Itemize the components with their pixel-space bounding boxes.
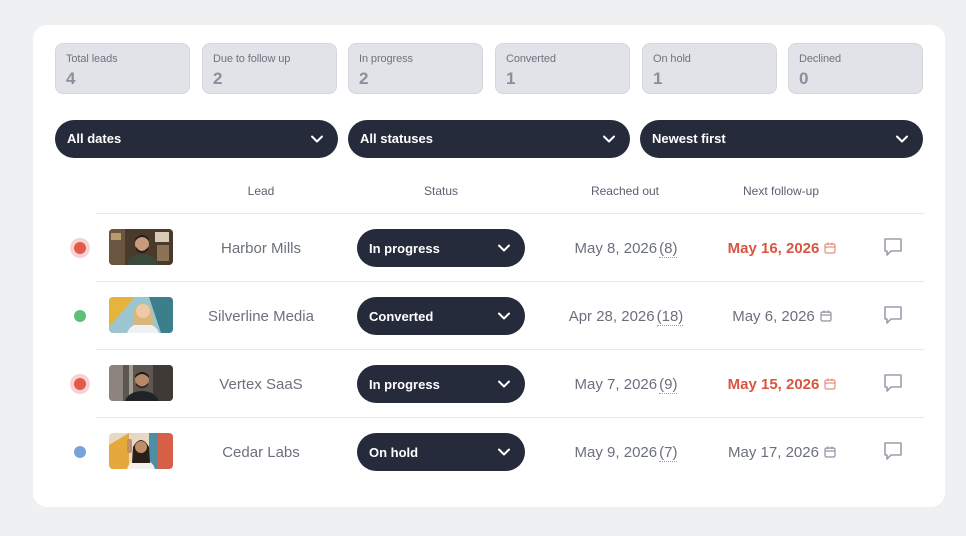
reached-out-date: May 8, 2026 xyxy=(574,240,658,257)
next-follow-up-cell[interactable]: May 6, 2026 xyxy=(708,308,856,325)
status-filter-label: All statuses xyxy=(360,131,433,146)
sort-dropdown[interactable]: Newest first xyxy=(640,120,923,158)
lead-name[interactable]: Silverline Media xyxy=(186,308,336,325)
table-row[interactable]: Vertex SaaS In progress May 7, 2026 (9) M… xyxy=(74,349,924,417)
status-indicator-dot xyxy=(74,310,86,322)
status-label: In progress xyxy=(369,241,440,256)
stat-value: 1 xyxy=(506,69,516,88)
reached-out-cell: May 8, 2026 (8) xyxy=(546,240,706,258)
lead-name[interactable]: Vertex SaaS xyxy=(186,376,336,393)
stat-label: Total leads xyxy=(66,53,118,65)
chevron-down-icon xyxy=(311,135,323,143)
next-follow-up-cell[interactable]: May 16, 2026 xyxy=(708,240,856,257)
comment-icon[interactable] xyxy=(882,304,904,326)
status-dropdown[interactable]: Converted xyxy=(357,297,525,335)
follow-up-date: May 16, 2026 xyxy=(727,240,820,257)
comment-icon[interactable] xyxy=(882,372,904,394)
column-header-next-follow-up: Next follow-up xyxy=(742,184,820,198)
stat-label: Due to follow up xyxy=(213,53,291,65)
stat-declined[interactable]: Declined 0 xyxy=(788,43,923,94)
column-header-status: Status xyxy=(423,184,459,198)
stat-value: 2 xyxy=(359,69,369,88)
stat-converted[interactable]: Converted 1 xyxy=(495,43,630,94)
chevron-down-icon xyxy=(498,312,510,320)
reached-out-cell: May 9, 2026 (7) xyxy=(546,444,706,462)
stat-label: In progress xyxy=(359,53,413,65)
leads-card: Total leads 4 Due to follow up 2 In prog… xyxy=(33,25,945,507)
reached-out-date: May 7, 2026 xyxy=(574,376,658,393)
status-label: In progress xyxy=(369,377,440,392)
stat-in-progress[interactable]: In progress 2 xyxy=(348,43,483,94)
next-follow-up-cell[interactable]: May 15, 2026 xyxy=(708,376,856,393)
days-since-count[interactable]: (9) xyxy=(659,376,678,394)
stats-bar: Total leads 4 Due to follow up 2 In prog… xyxy=(55,43,923,94)
table-row[interactable]: Cedar Labs On hold May 9, 2026 (7) May 17… xyxy=(74,417,924,485)
chevron-down-icon xyxy=(498,448,510,456)
days-since-count[interactable]: (7) xyxy=(659,444,678,462)
avatar xyxy=(109,365,173,401)
status-indicator-dot xyxy=(74,378,86,390)
status-label: On hold xyxy=(369,445,419,460)
stat-value: 1 xyxy=(653,69,663,88)
sort-label: Newest first xyxy=(652,131,726,146)
stat-value: 0 xyxy=(799,69,809,88)
stat-value: 2 xyxy=(213,69,223,88)
date-filter-label: All dates xyxy=(67,131,122,146)
comment-icon[interactable] xyxy=(882,440,904,462)
reached-out-date: Apr 28, 2026 xyxy=(568,308,655,325)
stat-label: Converted xyxy=(506,53,556,65)
date-filter-dropdown[interactable]: All dates xyxy=(55,120,338,158)
chevron-down-icon xyxy=(498,244,510,252)
stat-total-leads[interactable]: Total leads 4 xyxy=(55,43,190,94)
follow-up-date: May 6, 2026 xyxy=(732,308,815,325)
lead-name[interactable]: Cedar Labs xyxy=(186,444,336,461)
table-row[interactable]: Harbor Mills In progress May 8, 2026 (8) … xyxy=(74,213,924,281)
column-header-reached-out: Reached out xyxy=(590,184,660,198)
next-follow-up-cell[interactable]: May 17, 2026 xyxy=(708,444,856,461)
status-dropdown[interactable]: In progress xyxy=(357,229,525,267)
lead-name[interactable]: Harbor Mills xyxy=(186,240,336,257)
avatar xyxy=(109,297,173,333)
reached-out-cell: May 7, 2026 (9) xyxy=(546,376,706,394)
avatar xyxy=(109,229,173,265)
calendar-icon xyxy=(820,310,832,322)
days-since-count[interactable]: (8) xyxy=(659,240,678,258)
chevron-down-icon xyxy=(498,380,510,388)
column-header-lead: Lead xyxy=(247,184,275,198)
calendar-icon xyxy=(824,378,836,390)
calendar-icon xyxy=(824,242,836,254)
comment-icon[interactable] xyxy=(882,236,904,258)
chevron-down-icon xyxy=(603,135,615,143)
status-dropdown[interactable]: In progress xyxy=(357,365,525,403)
days-since-count[interactable]: (18) xyxy=(656,308,684,326)
status-label: Converted xyxy=(369,309,434,324)
stat-label: On hold xyxy=(653,53,691,65)
status-indicator-dot xyxy=(74,242,86,254)
stat-label: Declined xyxy=(799,53,842,65)
stat-due-follow-up[interactable]: Due to follow up 2 xyxy=(202,43,337,94)
stat-on-hold[interactable]: On hold 1 xyxy=(642,43,777,94)
table-row[interactable]: Silverline Media Converted Apr 28, 2026(… xyxy=(74,281,924,349)
stat-value: 4 xyxy=(66,69,76,88)
status-filter-dropdown[interactable]: All statuses xyxy=(348,120,630,158)
reached-out-cell: Apr 28, 2026 (18) xyxy=(546,308,706,326)
follow-up-date: May 17, 2026 xyxy=(728,444,819,461)
reached-out-date: May 9, 2026 xyxy=(574,444,658,461)
chevron-down-icon xyxy=(896,135,908,143)
status-dropdown[interactable]: On hold xyxy=(357,433,525,471)
avatar xyxy=(109,433,173,469)
status-indicator-dot xyxy=(74,446,86,458)
calendar-icon xyxy=(824,446,836,458)
follow-up-date: May 15, 2026 xyxy=(727,376,820,393)
